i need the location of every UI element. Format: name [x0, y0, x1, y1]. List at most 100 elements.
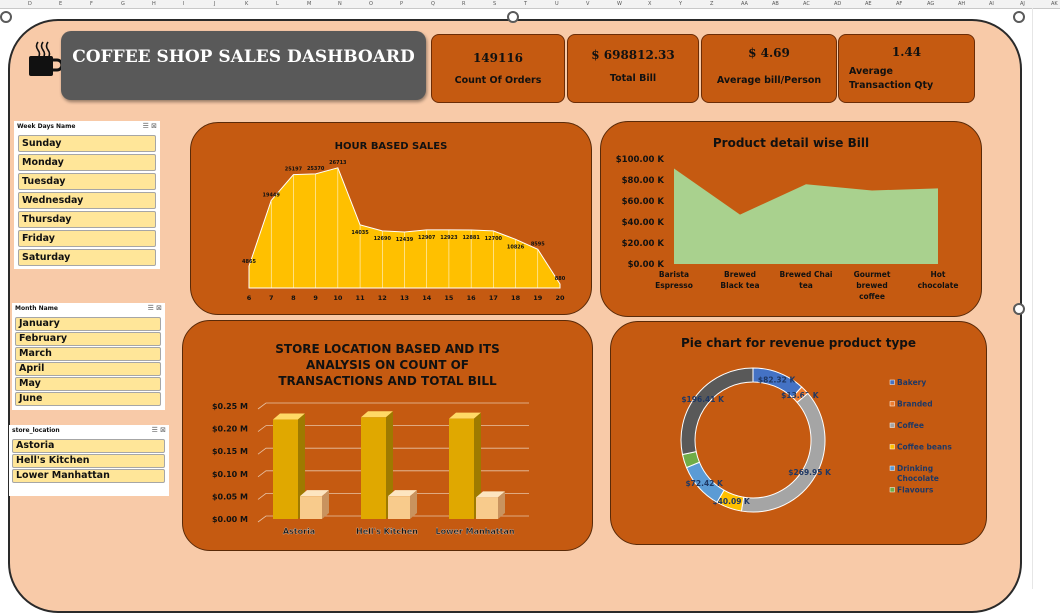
column-letter[interactable]: AF: [896, 0, 902, 8]
column-letter[interactable]: R: [462, 0, 465, 8]
resize-handle[interactable]: [507, 11, 519, 23]
column-letter[interactable]: Y: [679, 0, 682, 8]
column-letter[interactable]: AC: [803, 0, 810, 8]
resize-handle[interactable]: [1013, 303, 1025, 315]
data-label: 25370: [307, 166, 325, 172]
slicer-item-thursday[interactable]: Thursday: [18, 211, 156, 228]
column-letter[interactable]: AB: [772, 0, 779, 8]
slicer-item-wednesday[interactable]: Wednesday: [18, 192, 156, 209]
clear-filter-icon[interactable]: ⊠: [160, 426, 166, 434]
data-label: 880: [555, 276, 566, 282]
kpi-total-bill[interactable]: $ 698812.33 Total Bill: [567, 34, 699, 103]
column-letter[interactable]: N: [338, 0, 342, 8]
dashboard-title-box[interactable]: COFFEE SHOP SALES DASHBOARD: [61, 31, 426, 100]
column-letter[interactable]: F: [90, 0, 93, 8]
slicer-item-monday[interactable]: Monday: [18, 154, 156, 171]
column-letter[interactable]: D: [28, 0, 32, 8]
column-letter[interactable]: O: [369, 0, 373, 8]
slicer-item-saturday[interactable]: Saturday: [18, 249, 156, 266]
hour-sales-chart-panel[interactable]: HOUR BASED SALES 4865 19449 25197 25370 2671…: [190, 122, 592, 315]
column-letter[interactable]: AH: [958, 0, 965, 8]
x-tick-label: tea: [799, 281, 813, 290]
data-label: 10826: [507, 244, 525, 250]
kpi-label: Average bill/Person: [716, 75, 822, 86]
column-letter[interactable]: AK: [1051, 0, 1058, 8]
revenue-pie-chart: $82.32 K$13.61 K$269.95 K$40.09 K$72.42 …: [680, 367, 952, 513]
column-letter[interactable]: L: [276, 0, 279, 8]
column-letter[interactable]: AE: [865, 0, 872, 8]
slicer-item-hells-kitchen[interactable]: Hell's Kitchen: [12, 454, 165, 468]
x-tick-label: brewed: [856, 281, 888, 290]
column-letter[interactable]: W: [617, 0, 622, 8]
column-letter[interactable]: AI: [989, 0, 994, 8]
clear-filter-icon[interactable]: ⊠: [151, 122, 157, 130]
bar-total-bill: [476, 497, 498, 519]
slicer-item-february[interactable]: February: [15, 332, 161, 346]
column-letter[interactable]: E: [59, 0, 62, 8]
legend-swatch: [889, 422, 895, 428]
slicer-item-sunday[interactable]: Sunday: [18, 135, 156, 152]
column-letter[interactable]: AD: [834, 0, 841, 8]
column-letter[interactable]: J: [214, 0, 215, 8]
y-tick-label: $20.00 K: [622, 239, 665, 249]
kpi-count-of-orders[interactable]: 149116 Count Of Orders: [431, 34, 565, 103]
resize-handle[interactable]: [0, 11, 12, 23]
multi-select-icon[interactable]: ☰: [148, 304, 154, 312]
column-letter[interactable]: S: [493, 0, 496, 8]
column-letter[interactable]: AA: [741, 0, 748, 8]
revenue-pie-chart-panel[interactable]: Pie chart for revenue product type $82.3…: [610, 321, 987, 545]
column-letter[interactable]: H: [152, 0, 156, 8]
column-letter[interactable]: AJ: [1020, 0, 1025, 8]
clear-filter-icon[interactable]: ⊠: [156, 304, 162, 312]
product-bill-chart-panel[interactable]: Product detail wise Bill $0.00 K $20.00 K…: [600, 121, 982, 317]
pie-slice: [740, 392, 826, 513]
store-location-chart-panel[interactable]: STORE LOCATION BASED AND ITS ANALYSIS ON…: [182, 320, 593, 551]
column-letter[interactable]: P: [400, 0, 403, 8]
x-tick-label: Brewed Chai: [780, 270, 833, 279]
slicer-item-may[interactable]: May: [15, 377, 161, 391]
slicer-item-january[interactable]: January: [15, 317, 161, 331]
slicer-item-lower-manhattan[interactable]: Lower Manhattan: [12, 469, 165, 483]
column-letter[interactable]: M: [307, 0, 311, 8]
slicer-header: Week Days Name: [17, 123, 76, 130]
product-bill-area: [674, 168, 938, 264]
x-tick-label: Gourmet: [854, 270, 891, 279]
x-tick-label: 20: [555, 294, 565, 302]
kpi-label: Count Of Orders: [454, 75, 542, 86]
data-label: 14035: [351, 230, 369, 236]
column-letter[interactable]: AG: [927, 0, 934, 8]
legend-label: Coffee: [897, 421, 924, 430]
kpi-value: 1.44: [891, 45, 922, 59]
resize-handle[interactable]: [1013, 11, 1025, 23]
column-letter[interactable]: U: [555, 0, 559, 8]
data-label: 12923: [440, 235, 458, 241]
hour-sales-chart: 4865 19449 25197 25370 26713 14035 12690 12439 1…: [242, 160, 566, 302]
column-letter[interactable]: X: [648, 0, 651, 8]
column-letter[interactable]: I: [183, 0, 184, 8]
slicer-item-astoria[interactable]: Astoria: [12, 439, 165, 453]
slicer-item-june[interactable]: June: [15, 392, 161, 406]
legend-label: Coffee beans: [897, 443, 952, 452]
x-tick-label: 14: [422, 294, 432, 302]
slicer-item-april[interactable]: April: [15, 362, 161, 376]
slicer-item-friday[interactable]: Friday: [18, 230, 156, 247]
x-tick-label: 12: [378, 294, 387, 302]
slicer-toolbar: ☰ ⊠: [152, 426, 166, 434]
column-letter[interactable]: Z: [710, 0, 713, 8]
slicer-item-tuesday[interactable]: Tuesday: [18, 173, 156, 190]
multi-select-icon[interactable]: ☰: [143, 122, 149, 130]
x-tick-label: Hot: [930, 270, 945, 279]
legend-label: Drinking: [897, 464, 933, 473]
x-tick-label: Lower Manhattan: [435, 527, 514, 536]
column-letter[interactable]: V: [586, 0, 589, 8]
multi-select-icon[interactable]: ☰: [152, 426, 158, 434]
kpi-average-transaction-qty[interactable]: 1.44 Average Transaction Qty: [838, 34, 975, 103]
column-letter[interactable]: T: [524, 0, 527, 8]
column-letter[interactable]: K: [245, 0, 248, 8]
x-tick-label: 13: [400, 294, 409, 302]
column-letter[interactable]: Q: [431, 0, 435, 8]
y-tick-label: $0.15 M: [212, 447, 248, 456]
column-letter[interactable]: G: [121, 0, 125, 8]
kpi-average-bill[interactable]: $ 4.69 Average bill/Person: [701, 34, 837, 103]
slicer-item-march[interactable]: March: [15, 347, 161, 361]
